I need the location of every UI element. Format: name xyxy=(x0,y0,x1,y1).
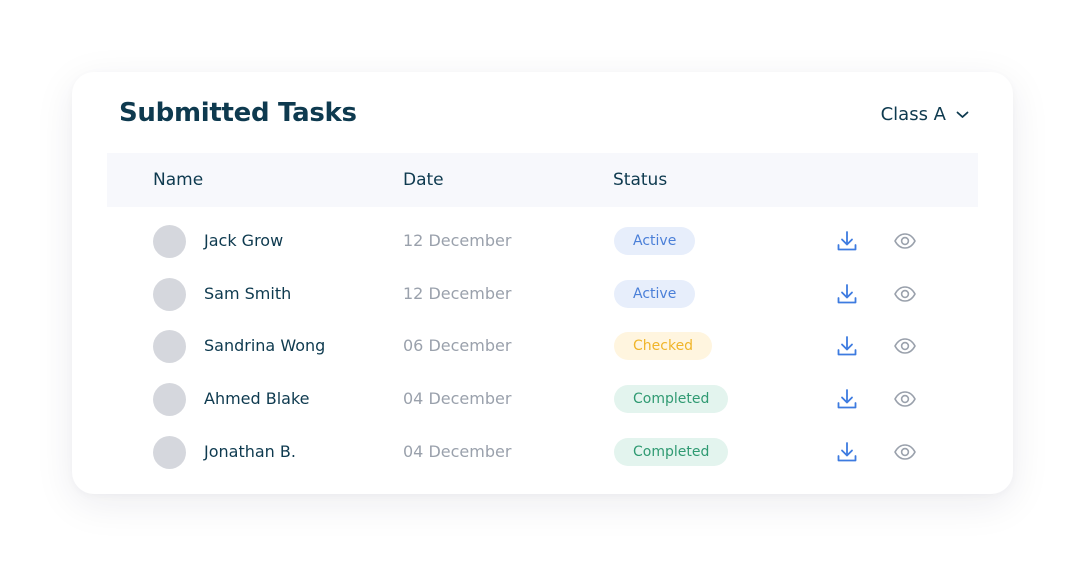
avatar xyxy=(153,330,186,364)
avatar xyxy=(153,225,186,258)
eye-icon xyxy=(894,443,916,460)
submission-date: 12 December xyxy=(403,283,512,303)
download-button[interactable] xyxy=(833,227,861,255)
eye-icon xyxy=(894,338,916,355)
table-row[interactable]: Sam Smith 12 December Active xyxy=(72,268,1013,320)
status-badge: Active xyxy=(614,227,696,255)
table-header: Name Date Status xyxy=(107,153,978,207)
status-badge: Active xyxy=(614,279,696,308)
download-icon xyxy=(837,283,857,304)
student-name: Sam Smith xyxy=(204,283,292,303)
student-name: Ahmed Blake xyxy=(204,389,310,409)
view-button[interactable] xyxy=(891,385,919,413)
student-name: Sandrina Wong xyxy=(204,336,326,356)
student-name: Jonathan B. xyxy=(204,441,296,461)
table-row[interactable]: Sandrina Wong 06 December Checked xyxy=(72,320,1013,372)
download-button[interactable] xyxy=(833,385,861,413)
download-icon xyxy=(837,336,857,356)
view-button[interactable] xyxy=(891,438,919,466)
view-button[interactable] xyxy=(891,332,919,360)
class-select-label: Class A xyxy=(880,104,946,125)
student-name: Jack Grow xyxy=(204,231,284,250)
status-badge: Checked xyxy=(614,332,713,361)
chevron-down-icon xyxy=(956,111,969,119)
submission-date: 12 December xyxy=(403,231,512,250)
status-badge: Completed xyxy=(614,437,729,466)
download-icon xyxy=(837,231,857,251)
eye-icon xyxy=(894,391,916,407)
column-header-name: Name xyxy=(153,170,204,190)
eye-icon xyxy=(894,233,916,249)
submitted-tasks-card: Submitted Tasks Class A Name Date Status… xyxy=(72,72,1013,494)
eye-icon xyxy=(894,285,916,302)
page-title: Submitted Tasks xyxy=(119,98,357,128)
submission-date: 04 December xyxy=(403,389,512,409)
table-row[interactable]: Jonathan B. 04 December Completed xyxy=(72,426,1013,478)
class-select-dropdown[interactable]: Class A xyxy=(881,104,969,125)
avatar xyxy=(153,277,186,311)
table-row[interactable]: Ahmed Blake 04 December Completed xyxy=(72,373,1013,425)
submission-date: 06 December xyxy=(403,336,512,356)
view-button[interactable] xyxy=(891,227,919,255)
column-header-status: Status xyxy=(613,170,668,190)
download-button[interactable] xyxy=(833,280,861,308)
submission-date: 04 December xyxy=(403,441,512,461)
table-row[interactable]: Jack Grow 12 December Active xyxy=(72,215,1013,267)
download-icon xyxy=(837,441,857,462)
download-icon xyxy=(837,389,857,409)
avatar xyxy=(153,435,186,469)
column-header-date: Date xyxy=(403,170,444,190)
avatar xyxy=(153,383,186,417)
view-button[interactable] xyxy=(891,280,919,308)
download-button[interactable] xyxy=(833,332,861,360)
download-button[interactable] xyxy=(833,438,861,466)
status-badge: Completed xyxy=(614,385,729,414)
